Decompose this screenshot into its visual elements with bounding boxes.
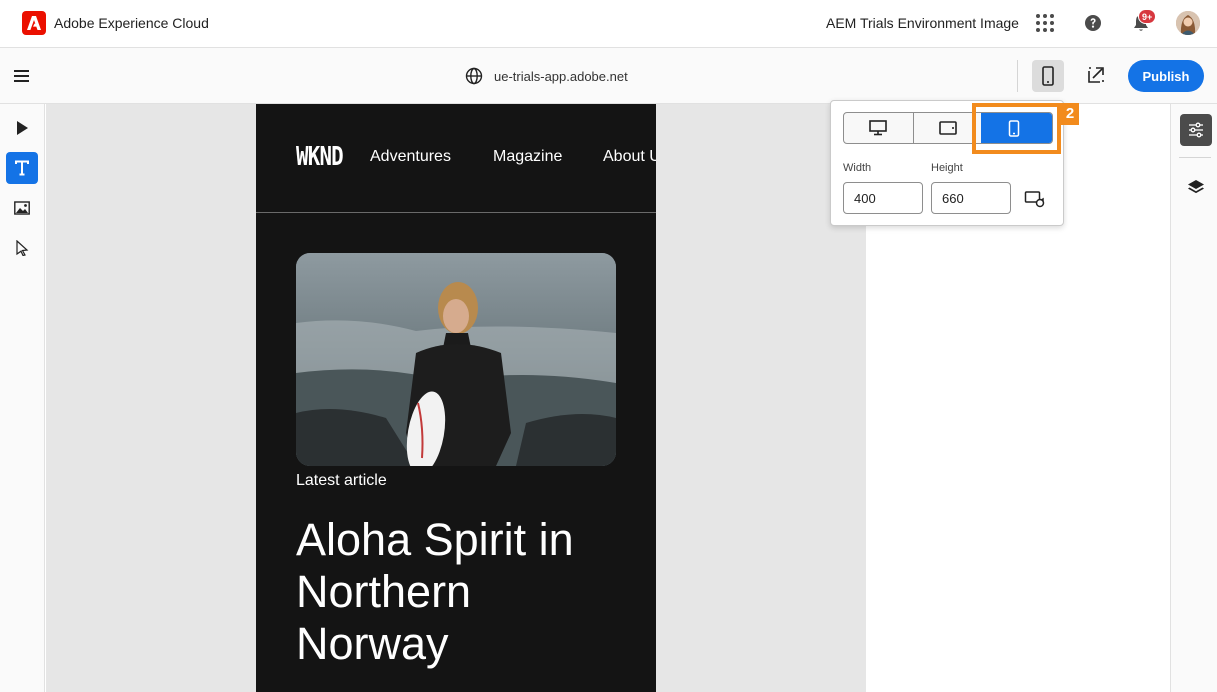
- width-input[interactable]: [843, 182, 923, 214]
- notification-count-badge: 9+: [1138, 9, 1157, 24]
- brand-name[interactable]: Adobe Experience Cloud: [54, 15, 209, 31]
- hero-image[interactable]: [296, 253, 616, 466]
- article-headline[interactable]: Aloha Spirit in Northern Norway: [296, 514, 626, 670]
- rail-divider: [1179, 157, 1211, 158]
- preview-play-button[interactable]: [6, 112, 38, 144]
- editor-toolbar: ue-trials-app.adobe.net Publish: [0, 48, 1217, 104]
- height-input[interactable]: [931, 182, 1011, 214]
- publish-button[interactable]: Publish: [1128, 60, 1204, 92]
- select-tool-button[interactable]: [6, 232, 38, 264]
- desktop-device-option[interactable]: [844, 113, 913, 143]
- user-avatar[interactable]: [1176, 11, 1200, 35]
- image-tool-button[interactable]: [6, 192, 38, 224]
- app-switcher-icon[interactable]: [1034, 12, 1056, 34]
- step-highlight-box: [972, 103, 1061, 154]
- properties-panel-button[interactable]: [1180, 114, 1212, 146]
- nav-divider: [256, 212, 656, 213]
- layers-icon[interactable]: [1186, 178, 1206, 198]
- nav-link-adventures[interactable]: Adventures: [370, 148, 451, 166]
- rotate-device-icon[interactable]: [1024, 189, 1046, 209]
- hamburger-menu-icon[interactable]: [13, 67, 31, 85]
- height-label: Height: [931, 162, 963, 174]
- environment-name[interactable]: AEM Trials Environment Image: [826, 15, 1019, 31]
- shell-header: Adobe Experience Cloud AEM Trials Enviro…: [0, 0, 1217, 48]
- site-preview-frame[interactable]: WKND Adventures Magazine About U Latest …: [256, 104, 656, 692]
- nav-link-about[interactable]: About U: [603, 148, 656, 166]
- left-tool-rail: [0, 104, 45, 692]
- text-tool-button[interactable]: [6, 152, 38, 184]
- help-icon[interactable]: [1082, 12, 1104, 34]
- editor-canvas: WKND Adventures Magazine About U Latest …: [46, 104, 866, 692]
- adobe-logo-icon[interactable]: [22, 11, 46, 35]
- wknd-logo[interactable]: WKND: [296, 142, 344, 172]
- nav-link-magazine[interactable]: Magazine: [493, 148, 562, 166]
- emulator-device-button[interactable]: [1032, 60, 1064, 92]
- toolbar-divider: [1017, 60, 1018, 92]
- step-number-badge: 2: [1061, 103, 1079, 125]
- article-kicker[interactable]: Latest article: [296, 472, 387, 490]
- page-url[interactable]: ue-trials-app.adobe.net: [494, 69, 628, 84]
- width-label: Width: [843, 162, 872, 174]
- globe-icon: [465, 67, 483, 90]
- right-panel-rail: [1170, 104, 1217, 692]
- open-in-new-tab-icon[interactable]: [1085, 64, 1107, 86]
